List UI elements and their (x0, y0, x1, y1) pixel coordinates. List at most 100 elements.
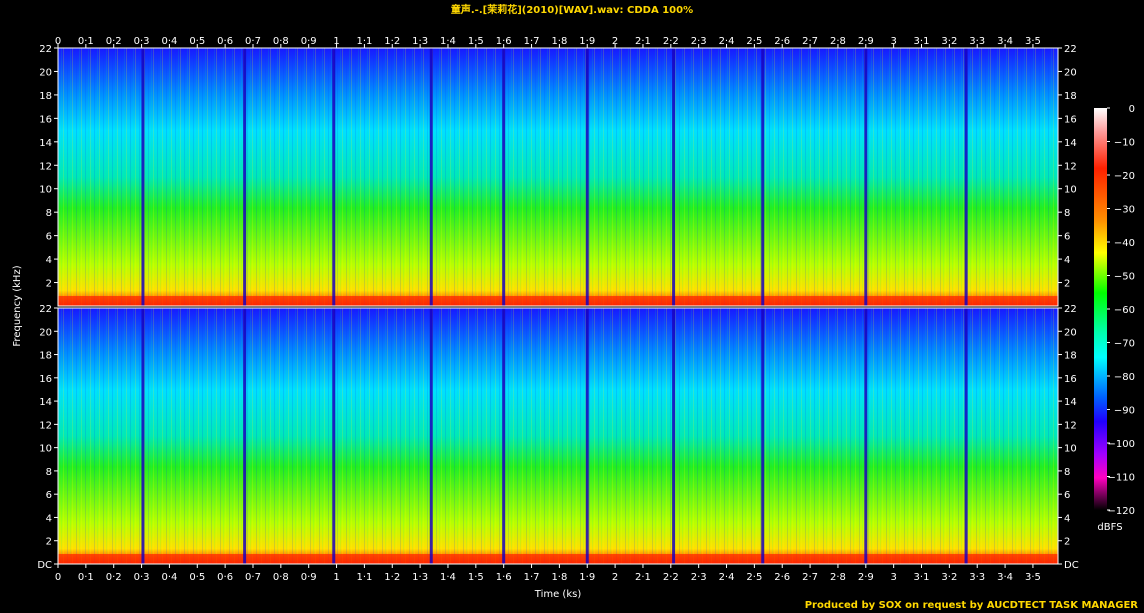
track-gap-10-ch2 (964, 308, 968, 564)
x-tick-label-bottom: 0·9 (301, 572, 317, 583)
colorbar-scale (1094, 108, 1107, 510)
y-tick-label-right: 14 (1064, 397, 1077, 408)
track-gap-8-ch2 (761, 308, 765, 564)
y-tick-label-left: 2 (46, 537, 52, 548)
x-tick-label-top: 3·2 (941, 36, 957, 47)
x-tick-label-bottom: 2·7 (802, 572, 818, 583)
y-tick-label-right: 16 (1064, 374, 1077, 385)
colorbar-tick-label: −80 (1114, 372, 1135, 383)
x-tick-label-top: 3·5 (1025, 36, 1041, 47)
x-tick-label-bottom: 1·9 (579, 572, 595, 583)
x-tick-label-bottom: 0 (55, 572, 61, 583)
y-tick-label-right: 4 (1064, 255, 1070, 266)
y-tick-label-right: 12 (1064, 420, 1077, 431)
x-tick-label-top: 1·7 (524, 36, 540, 47)
track-gap-7-ch2 (672, 308, 676, 564)
track-gap-1-ch2 (141, 308, 145, 564)
x-tick-label-top: 3 (890, 36, 896, 47)
x-tick-label-top: 2·8 (830, 36, 846, 47)
x-tick-label-top: 0 (55, 36, 61, 47)
y-tick-label-left: 16 (39, 114, 52, 125)
x-tick-label-bottom: 1·7 (524, 572, 540, 583)
x-tick-label-bottom: 1 (333, 572, 339, 583)
x-tick-label-top: 0·2 (106, 36, 122, 47)
x-tick-label-bottom: 2·4 (719, 572, 735, 583)
x-tick-label-top: 0·3 (134, 36, 150, 47)
x-tick-label-top: 0·5 (189, 36, 205, 47)
y-tick-label-right: 12 (1064, 161, 1077, 172)
track-gap-2-ch2 (243, 308, 247, 564)
colorbar-tick-label: −120 (1108, 506, 1135, 517)
y-tick-label-left: 18 (39, 351, 52, 362)
x-tick-label-bottom: 1·8 (551, 572, 567, 583)
y-tick-label-left: 8 (46, 467, 52, 478)
x-tick-label-bottom: 3·4 (997, 572, 1013, 583)
y-tick-label-right: 10 (1064, 444, 1077, 455)
track-gap-9-ch1 (864, 48, 868, 306)
y-tick-label-left: DC (37, 560, 52, 571)
x-tick-label-bottom: 1·6 (496, 572, 512, 583)
track-gap-5-ch2 (502, 308, 506, 564)
y-tick-label-right: 20 (1064, 67, 1077, 78)
x-tick-label-bottom: 0·4 (161, 572, 177, 583)
track-gap-3-ch1 (332, 48, 336, 306)
track-gap-5-ch1 (502, 48, 506, 306)
x-tick-label-bottom: 0·3 (134, 572, 150, 583)
x-tick-label-top: 3·1 (914, 36, 930, 47)
y-tick-label-left: 16 (39, 374, 52, 385)
x-tick-label-bottom: 1·4 (440, 572, 456, 583)
x-tick-label-bottom: 0·8 (273, 572, 289, 583)
x-tick-label-top: 2·1 (635, 36, 651, 47)
x-tick-label-top: 1·6 (496, 36, 512, 47)
y-tick-label-left: 6 (46, 232, 52, 243)
y-tick-label-right: 14 (1064, 138, 1077, 149)
y-tick-label-right: 8 (1064, 467, 1070, 478)
x-tick-label-top: 1 (333, 36, 339, 47)
track-gap-6-ch2 (585, 308, 589, 564)
x-tick-label-bottom: 0·6 (217, 572, 233, 583)
x-tick-label-bottom: 1·5 (468, 572, 484, 583)
x-tick-label-bottom: 2·1 (635, 572, 651, 583)
x-tick-label-top: 1·5 (468, 36, 484, 47)
colorbar-label: dBFS (1097, 522, 1122, 533)
spectrogram-chart: 0 0 0·1 0·1 0·2 0·2 0·3 0·3 0·4 0·4 0·5 0·5 0·6 0·6 0·… (12, 36, 1135, 600)
x-tick-label-bottom: 2·3 (691, 572, 707, 583)
colorbar: 0 −10 −20 −30 −40 −50 −60 −70 −80 −90 −100 −110 −120… (1094, 104, 1135, 533)
colorbar-tick-label: −10 (1114, 138, 1135, 149)
y-tick-label-left: 20 (39, 67, 52, 78)
x-tick-label-bottom: 1·3 (412, 572, 428, 583)
y-tick-label-left: 22 (39, 304, 52, 315)
y-tick-label-right: 2 (1064, 537, 1070, 548)
x-tick-label-bottom: 2·2 (663, 572, 679, 583)
x-tick-label-top: 0·8 (273, 36, 289, 47)
x-tick-label-top: 1·2 (384, 36, 400, 47)
x-tick-label-top: 0·6 (217, 36, 233, 47)
x-tick-label-top: 2·6 (774, 36, 790, 47)
channel-1-texture (58, 48, 1058, 306)
x-tick-label-bottom: 0·5 (189, 572, 205, 583)
footer-credit: Produced by SOX on request by AUCDTECT T… (804, 600, 1138, 611)
y-tick-label-left: 14 (39, 138, 52, 149)
y-tick-label-left: 12 (39, 161, 52, 172)
y-tick-label-right: 2 (1064, 279, 1070, 290)
y-tick-label-left: 4 (46, 255, 52, 266)
y-tick-label-right: 4 (1064, 513, 1070, 524)
colorbar-tick-label: −110 (1108, 473, 1135, 484)
x-tick-label-top: 0·9 (301, 36, 317, 47)
y-tick-label-right: 18 (1064, 351, 1077, 362)
colorbar-tick-label: −90 (1114, 406, 1135, 417)
x-tick-label-bottom: 1·1 (356, 572, 372, 583)
y-tick-label-left: 6 (46, 490, 52, 501)
y-tick-label-right: 22 (1064, 304, 1077, 315)
channel-2-low-band (58, 554, 1058, 564)
channel-1-low-band (58, 296, 1058, 306)
y-tick-label-left: 8 (46, 208, 52, 219)
y-tick-label-left: 12 (39, 420, 52, 431)
x-tick-label-top: 2 (612, 36, 618, 47)
y-tick-label-right: 8 (1064, 208, 1070, 219)
x-tick-label-top: 1·3 (412, 36, 428, 47)
x-tick-label-bottom: 3 (890, 572, 896, 583)
x-tick-label-bottom: 3·2 (941, 572, 957, 583)
colorbar-tick-label: −20 (1114, 171, 1135, 182)
x-tick-label-top: 2·2 (663, 36, 679, 47)
